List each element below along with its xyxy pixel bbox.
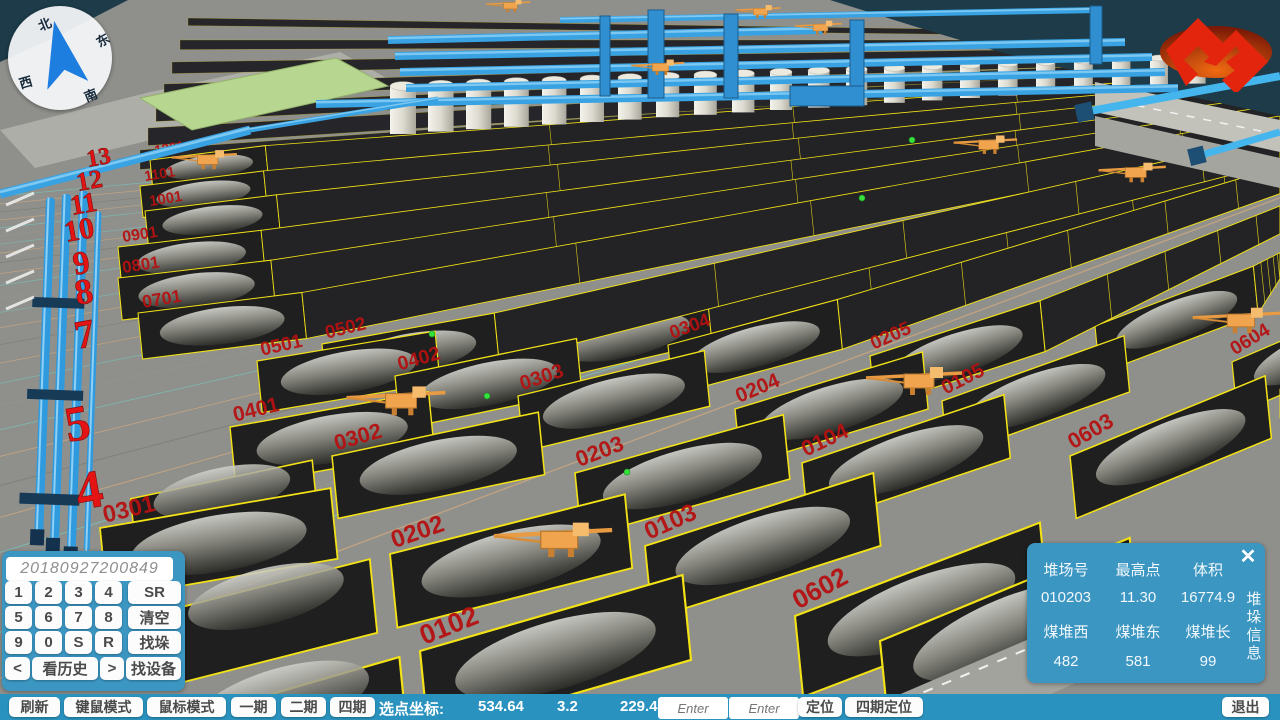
row-number-label: 10 <box>61 211 96 249</box>
key-mouse-mode-button[interactable]: 键鼠模式 <box>64 697 143 717</box>
info-value-pile-len: 99 <box>1175 653 1241 670</box>
info-panel-vertical-title: 堆垛信息 <box>1245 591 1263 663</box>
status-dot <box>429 331 435 337</box>
info-value-pile-east: 581 <box>1105 653 1171 670</box>
compass-widget[interactable]: 北 东 西 南 <box>8 6 112 110</box>
info-header-highest: 最高点 <box>1105 559 1171 580</box>
coord-input-1[interactable] <box>658 697 728 719</box>
key-s[interactable]: S <box>65 631 92 654</box>
info-value-volume: 16774.9 <box>1175 589 1241 606</box>
key-4[interactable]: 4 <box>95 581 122 604</box>
status-dot <box>859 195 865 201</box>
history-prev-button[interactable]: < <box>5 657 30 680</box>
key-1[interactable]: 1 <box>5 581 32 604</box>
phase4-locate-button[interactable]: 四期定位 <box>845 697 923 717</box>
coord-x-value: 534.64 <box>478 698 524 715</box>
coord-y-value: 3.2 <box>557 698 578 715</box>
refresh-button[interactable]: 刷新 <box>9 697 60 717</box>
key-9[interactable]: 9 <box>5 631 32 654</box>
conveyor-tower <box>600 16 610 96</box>
silo <box>390 86 416 134</box>
bottom-toolbar: 刷新 键鼠模式 鼠标模式 一期 二期 四期 选点坐标: 534.64 3.2 2… <box>0 694 1280 720</box>
keypad-panel: 20180927200849 1 2 3 4 SR 5 6 7 8 清空 9 0… <box>2 551 185 691</box>
key-2[interactable]: 2 <box>35 581 62 604</box>
coal-yard-3d-app: 1201110110010901080107010106040305020304… <box>0 0 1280 720</box>
status-dot <box>624 469 630 475</box>
pile-info-panel: ✕ 堆场号 最高点 体积 010203 11.30 16774.9 煤堆西 煤堆… <box>1027 543 1265 683</box>
info-header-volume: 体积 <box>1175 559 1241 580</box>
conveyor-tower <box>648 10 664 98</box>
phase2-button[interactable]: 二期 <box>281 697 326 717</box>
key-8[interactable]: 8 <box>95 606 122 629</box>
keypad-display-field[interactable]: 20180927200849 <box>6 557 173 581</box>
info-header-pile-len: 煤堆长 <box>1175 621 1241 642</box>
company-logo <box>1152 4 1280 92</box>
silo <box>884 68 905 103</box>
mouse-mode-button[interactable]: 鼠标模式 <box>147 697 226 717</box>
transfer-station <box>790 86 864 106</box>
key-5[interactable]: 5 <box>5 606 32 629</box>
find-device-button[interactable]: 找设备 <box>126 657 181 680</box>
silo <box>428 85 454 132</box>
status-dot <box>484 393 490 399</box>
info-value-pile-west: 482 <box>1033 653 1099 670</box>
key-3[interactable]: 3 <box>65 581 92 604</box>
info-header-pile-west: 煤堆西 <box>1033 621 1099 642</box>
find-pile-button[interactable]: 找垛 <box>128 631 181 654</box>
pipe-crossbar <box>19 493 79 506</box>
info-value-yard-no: 010203 <box>1033 589 1099 606</box>
clear-button[interactable]: 清空 <box>128 606 181 629</box>
silo-top <box>808 67 830 74</box>
pick-coord-label: 选点坐标: <box>379 698 444 719</box>
history-next-button[interactable]: > <box>100 657 124 680</box>
silo-top <box>770 68 792 75</box>
key-6[interactable]: 6 <box>35 606 62 629</box>
coord-input-2[interactable] <box>729 697 799 719</box>
key-sr[interactable]: SR <box>128 581 181 604</box>
exit-button[interactable]: 退出 <box>1222 697 1269 717</box>
conveyor-tower <box>724 14 738 98</box>
key-0[interactable]: 0 <box>35 631 62 654</box>
view-history-button[interactable]: 看历史 <box>32 657 98 680</box>
conveyor-tower <box>1090 6 1102 64</box>
key-7[interactable]: 7 <box>65 606 92 629</box>
info-header-yard-no: 堆场号 <box>1033 559 1099 580</box>
pipe-cap <box>30 529 45 545</box>
info-header-pile-east: 煤堆东 <box>1105 621 1171 642</box>
locate-button[interactable]: 定位 <box>798 697 842 717</box>
phase4-button[interactable]: 四期 <box>330 697 375 717</box>
status-dot <box>909 137 915 143</box>
info-value-highest: 11.30 <box>1105 589 1171 606</box>
key-r[interactable]: R <box>95 631 122 654</box>
silo-top <box>694 71 717 79</box>
phase1-button[interactable]: 一期 <box>231 697 276 717</box>
